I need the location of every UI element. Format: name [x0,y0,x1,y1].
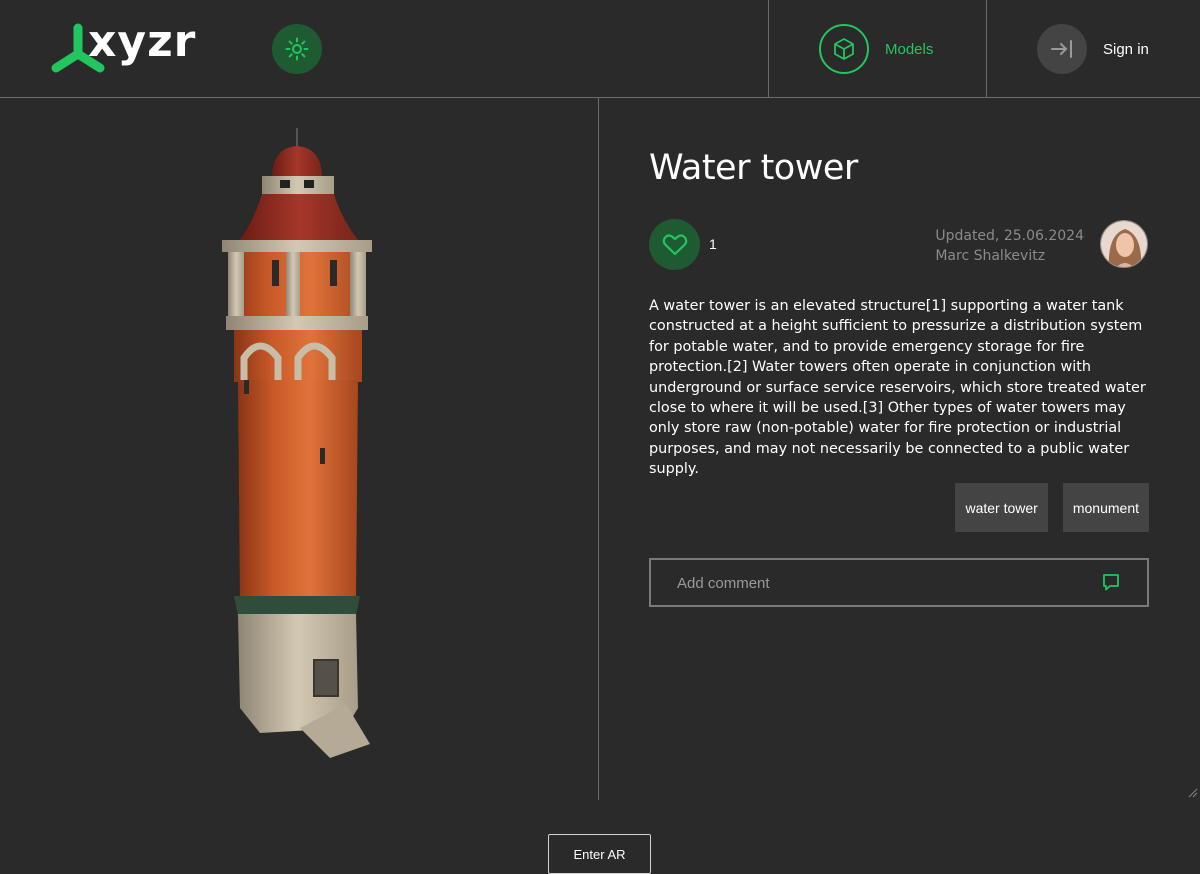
top-header: xyzr Models Sign in [0,0,1200,98]
resize-grip-icon[interactable] [1186,786,1198,798]
model-title: Water tower [649,148,858,188]
author-avatar[interactable] [1100,220,1148,268]
nav-sign-in-label: Sign in [1103,40,1149,58]
comment-input[interactable] [675,560,1079,607]
tag-chip[interactable]: monument [1062,483,1149,532]
chat-bubble-icon [1103,574,1119,591]
header-divider [768,0,769,98]
cube-icon [834,38,854,60]
like-button[interactable] [649,219,700,270]
model-description: A water tower is an elevated structure[1… [649,298,1146,478]
tag-chip[interactable]: water tower [955,483,1048,532]
updated-date: Updated, 25.06.2024 [935,228,1084,244]
nav-models-label: Models [885,40,934,58]
water-tower-model[interactable] [200,108,390,758]
tag-list: water tower monument [955,483,1149,532]
enter-ar-button[interactable]: Enter AR [548,834,651,874]
header-divider [986,0,987,98]
nav-sign-in[interactable]: Sign in [1037,24,1149,74]
comment-box [649,558,1149,607]
like-count: 1 [709,236,717,252]
models-icon-circle [819,24,869,74]
heart-icon [662,233,687,255]
sign-in-icon-circle [1037,24,1087,74]
avatar-image [1101,221,1147,267]
panel-divider [598,98,599,800]
sun-icon [285,37,309,61]
sign-in-icon [1051,40,1072,58]
author-name[interactable]: Marc Shalkevitz [935,246,1084,266]
model-meta: Updated, 25.06.2024 Marc Shalkevitz [935,226,1084,266]
theme-toggle-button[interactable] [272,24,322,74]
comment-send-button[interactable] [1101,572,1121,596]
model-viewer[interactable]: Enter AR [0,98,651,874]
xyzr-logo[interactable]: xyzr [48,16,224,76]
logo-text: xyzr [88,16,197,67]
nav-models[interactable]: Models [819,24,933,74]
